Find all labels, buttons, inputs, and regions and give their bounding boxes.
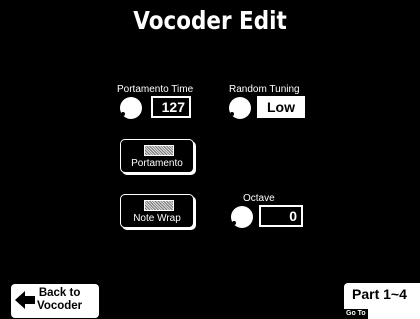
octave-label: Octave xyxy=(243,193,275,204)
back-button-label: Back to Vocoder xyxy=(37,287,83,312)
octave-value[interactable]: 0 xyxy=(259,205,303,227)
portamento-time-knob[interactable] xyxy=(120,97,142,119)
note-wrap-switch-label: Note Wrap xyxy=(133,213,181,224)
back-to-vocoder-button[interactable]: Back to Vocoder xyxy=(11,284,99,318)
random-tuning-knob[interactable] xyxy=(229,97,251,119)
octave-knob[interactable] xyxy=(231,206,253,228)
note-wrap-switch[interactable]: Note Wrap xyxy=(120,194,194,228)
page-title: Vocoder Edit xyxy=(133,6,287,35)
portamento-switch[interactable]: Portamento xyxy=(120,139,194,173)
switch-indicator xyxy=(144,145,174,156)
switch-indicator xyxy=(144,200,174,211)
random-tuning-value[interactable]: Low xyxy=(257,96,305,118)
portamento-time-value[interactable]: 127 xyxy=(151,96,191,118)
random-tuning-label: Random Tuning xyxy=(229,84,300,95)
part-button-label: Part 1~4 xyxy=(352,286,407,302)
arrow-left-icon xyxy=(15,291,35,309)
portamento-time-label: Portamento Time xyxy=(117,84,194,95)
portamento-switch-label: Portamento xyxy=(131,158,183,169)
